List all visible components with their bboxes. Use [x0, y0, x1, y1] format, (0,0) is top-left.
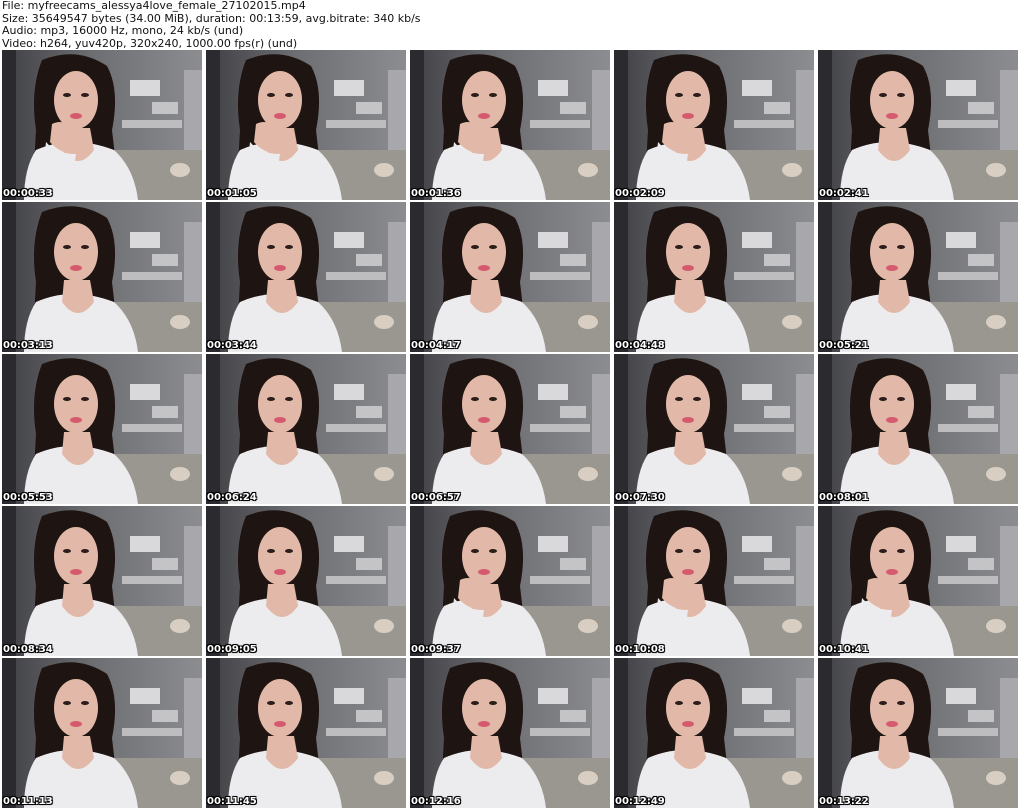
frame-image: [206, 50, 406, 200]
video-frame-thumbnail: 00:04:17: [410, 202, 610, 352]
frame-timestamp: 00:13:22: [819, 796, 869, 807]
frame-timestamp: 00:05:53: [3, 492, 53, 503]
frame-timestamp: 00:00:33: [3, 188, 53, 199]
file-info-header: File: myfreecams_alessya4love_female_271…: [2, 0, 1022, 50]
video-frame-thumbnail: 00:08:34: [2, 506, 202, 656]
video-frame-thumbnail: 00:06:24: [206, 354, 406, 504]
frame-timestamp: 00:01:05: [207, 188, 257, 199]
frame-image: [2, 658, 202, 808]
frame-image: [410, 658, 610, 808]
video-info-line: Video: h264, yuv420p, 320x240, 1000.00 f…: [2, 36, 298, 50]
frame-image: [614, 354, 814, 504]
video-frame-thumbnail: 00:09:05: [206, 506, 406, 656]
frame-timestamp: 00:11:45: [207, 796, 257, 807]
frame-image: [206, 202, 406, 352]
video-frame-thumbnail: 00:10:41: [818, 506, 1018, 656]
frame-image: [818, 202, 1018, 352]
frame-timestamp: 00:03:44: [207, 340, 257, 351]
video-frame-thumbnail: 00:04:48: [614, 202, 814, 352]
frame-timestamp: 00:12:49: [615, 796, 665, 807]
thumbnail-grid: 00:00:33 00:01:05 00:01:36 00:02:09 00:02:41…: [2, 50, 1022, 810]
video-frame-thumbnail: 00:02:41: [818, 50, 1018, 200]
video-frame-thumbnail: 00:11:45: [206, 658, 406, 808]
video-frame-thumbnail: 00:10:08: [614, 506, 814, 656]
frame-image: [614, 658, 814, 808]
frame-image: [614, 506, 814, 656]
frame-image: [206, 506, 406, 656]
frame-timestamp: 00:10:08: [615, 644, 665, 655]
frame-image: [614, 50, 814, 200]
audio-info-line: Audio: mp3, 16000 Hz, mono, 24 kb/s (und…: [2, 24, 244, 37]
video-frame-thumbnail: 00:12:49: [614, 658, 814, 808]
file-name-line: File: myfreecams_alessya4love_female_271…: [2, 0, 306, 12]
video-frame-thumbnail: 00:05:21: [818, 202, 1018, 352]
video-frame-thumbnail: 00:01:36: [410, 50, 610, 200]
frame-timestamp: 00:02:41: [819, 188, 869, 199]
frame-timestamp: 00:02:09: [615, 188, 665, 199]
video-frame-thumbnail: 00:07:30: [614, 354, 814, 504]
frame-image: [818, 658, 1018, 808]
video-frame-thumbnail: 00:11:13: [2, 658, 202, 808]
frame-image: [410, 354, 610, 504]
video-frame-thumbnail: 00:03:13: [2, 202, 202, 352]
frame-image: [818, 354, 1018, 504]
video-frame-thumbnail: 00:03:44: [206, 202, 406, 352]
frame-timestamp: 00:05:21: [819, 340, 869, 351]
frame-image: [410, 202, 610, 352]
frame-image: [614, 202, 814, 352]
frame-image: [818, 50, 1018, 200]
frame-timestamp: 00:11:13: [3, 796, 53, 807]
video-frame-thumbnail: 00:05:53: [2, 354, 202, 504]
video-frame-thumbnail: 00:01:05: [206, 50, 406, 200]
video-frame-thumbnail: 00:13:22: [818, 658, 1018, 808]
frame-image: [2, 50, 202, 200]
video-frame-thumbnail: 00:12:16: [410, 658, 610, 808]
video-frame-thumbnail: 00:02:09: [614, 50, 814, 200]
video-frame-thumbnail: 00:09:37: [410, 506, 610, 656]
frame-image: [206, 354, 406, 504]
video-frame-thumbnail: 00:08:01: [818, 354, 1018, 504]
frame-image: [410, 50, 610, 200]
frame-timestamp: 00:07:30: [615, 492, 665, 503]
video-frame-thumbnail: 00:06:57: [410, 354, 610, 504]
frame-timestamp: 00:06:24: [207, 492, 257, 503]
frame-timestamp: 00:01:36: [411, 188, 461, 199]
frame-image: [2, 354, 202, 504]
frame-image: [2, 506, 202, 656]
frame-timestamp: 00:12:16: [411, 796, 461, 807]
frame-image: [206, 658, 406, 808]
frame-image: [410, 506, 610, 656]
frame-timestamp: 00:06:57: [411, 492, 461, 503]
frame-timestamp: 00:04:17: [411, 340, 461, 351]
frame-timestamp: 00:03:13: [3, 340, 53, 351]
frame-timestamp: 00:04:48: [615, 340, 665, 351]
contact-sheet: File: myfreecams_alessya4love_female_271…: [0, 0, 1024, 811]
frame-timestamp: 00:10:41: [819, 644, 869, 655]
frame-timestamp: 00:08:34: [3, 644, 53, 655]
frame-timestamp: 00:08:01: [819, 492, 869, 503]
frame-timestamp: 00:09:05: [207, 644, 257, 655]
video-frame-thumbnail: 00:00:33: [2, 50, 202, 200]
frame-image: [818, 506, 1018, 656]
frame-image: [2, 202, 202, 352]
frame-timestamp: 00:09:37: [411, 644, 461, 655]
